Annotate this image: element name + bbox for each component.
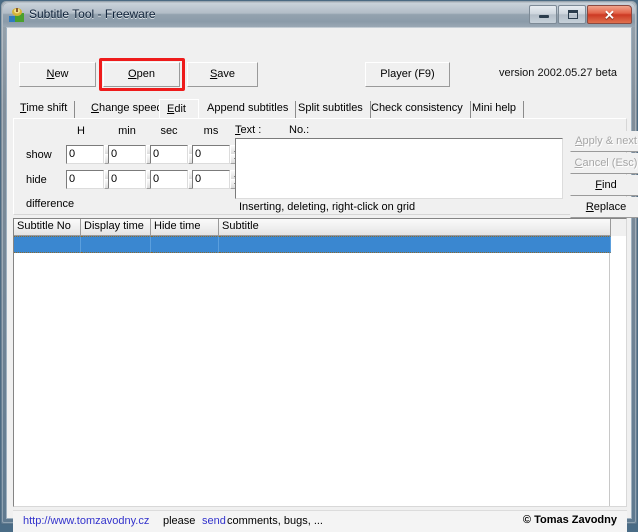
hide-ms-input[interactable]: 0 <box>192 170 230 189</box>
cancel-label: ancel (Esc) <box>582 157 638 169</box>
subtitle-no-label: No.: <box>289 124 310 136</box>
subtitle-grid[interactable]: Subtitle No Display time Hide time Subti… <box>13 218 627 507</box>
find-accel: F <box>595 179 603 191</box>
text-label-rest: ext : <box>240 124 262 136</box>
version-label: version 2002.05.27 beta <box>498 67 617 79</box>
grid-hint-text: Inserting, deleting, right-click on grid <box>239 201 416 213</box>
tab-append-subtitles[interactable]: Append subtitles <box>200 101 297 118</box>
save-button[interactable]: Save <box>187 62 258 87</box>
apply-and-next-button[interactable]: Apply & next <box>570 131 638 152</box>
copyright-text: © Tomas Zavodny <box>522 514 617 526</box>
time-col-label-sec: sec <box>160 125 178 137</box>
replace-button[interactable]: Replace <box>570 197 638 218</box>
minimize-icon <box>539 15 549 18</box>
tab-strip: Time shift Change speed Edit Append subt… <box>13 99 627 119</box>
player-button[interactable]: Player (F9) <box>365 62 450 87</box>
toolbar <box>7 28 631 68</box>
open-button-accel: O <box>128 68 137 80</box>
save-button-label: ave <box>217 68 236 80</box>
hide-hours-input[interactable]: 0 <box>66 170 104 189</box>
grid-header-row: Subtitle No Display time Hide time Subti… <box>14 219 626 236</box>
tab-change-speed-label: hange speed <box>98 102 163 114</box>
grid-cell-subtitle-no[interactable] <box>14 236 81 253</box>
edit-panel: H min sec ms show hide difference 0 0 0 <box>13 118 638 218</box>
grid-header-hide-time[interactable]: Hide time <box>151 219 219 236</box>
show-ms-input[interactable]: 0 <box>192 145 230 164</box>
subtitle-text-input[interactable] <box>235 138 563 199</box>
tab-edit-label: dit <box>174 103 186 115</box>
window-controls: ✕ <box>528 5 632 25</box>
row-label-show: show <box>26 149 52 161</box>
close-button[interactable]: ✕ <box>587 5 632 24</box>
minimize-button[interactable] <box>529 5 557 24</box>
title-bar[interactable]: Subtitle Tool - Freeware ✕ <box>3 3 635 27</box>
grid-header-subtitle-no[interactable]: Subtitle No <box>14 219 81 236</box>
tab-check-consistency[interactable]: Check consistency <box>364 101 471 118</box>
open-button[interactable]: Open <box>103 62 180 87</box>
tab-edit[interactable]: Edit <box>159 99 199 119</box>
application-window: Subtitle Tool - Freeware ✕ New Open Save… <box>0 0 638 532</box>
tab-change-speed-accel: C <box>91 102 99 114</box>
new-button-label: ew <box>54 68 69 80</box>
tab-time-shift-label: ime shift <box>26 102 68 114</box>
hide-minutes-input[interactable]: 0 <box>108 170 146 189</box>
tab-mini-help[interactable]: Mini help <box>465 101 525 118</box>
find-button[interactable]: Find <box>570 175 638 196</box>
row-label-difference: difference <box>26 198 75 210</box>
tab-change-speed[interactable]: Change speed <box>84 101 171 118</box>
window-title: Subtitle Tool - Freeware <box>29 7 156 21</box>
close-icon: ✕ <box>604 7 615 22</box>
maximize-icon <box>568 10 578 19</box>
time-col-label-h: H <box>77 125 85 137</box>
grid-cell-subtitle[interactable] <box>219 236 611 253</box>
time-col-label-ms: ms <box>203 125 219 137</box>
time-col-label-min: min <box>118 125 136 137</box>
table-row[interactable] <box>14 236 626 253</box>
show-minutes-input[interactable]: 0 <box>108 145 146 164</box>
cancel-esc-button[interactable]: Cancel (Esc) <box>570 153 638 174</box>
tab-time-shift[interactable]: Time shift <box>13 101 76 118</box>
send-link[interactable]: send <box>202 515 226 527</box>
grid-cell-hide-time[interactable] <box>151 236 219 253</box>
grid-header-subtitle[interactable]: Subtitle <box>219 219 611 236</box>
status-rest-text: comments, bugs, ... <box>227 515 323 527</box>
replace-label: eplace <box>593 201 627 213</box>
grid-empty-area[interactable] <box>14 253 626 506</box>
client-area: New Open Save Player (F9) version 2002.0… <box>6 27 638 532</box>
website-link[interactable]: http://www.tomzavodny.cz <box>23 515 149 527</box>
app-icon <box>9 7 25 23</box>
find-label: ind <box>602 179 617 191</box>
replace-accel: R <box>585 201 594 213</box>
show-hours-input[interactable]: 0 <box>66 145 104 164</box>
show-seconds-input[interactable]: 0 <box>150 145 188 164</box>
status-bar: http://www.tomzavodny.cz please send com… <box>13 510 627 532</box>
row-label-hide: hide <box>26 174 47 186</box>
grid-right-pad <box>609 219 626 506</box>
grid-header-display-time[interactable]: Display time <box>81 219 151 236</box>
hide-seconds-input[interactable]: 0 <box>150 170 188 189</box>
maximize-button[interactable] <box>558 5 586 24</box>
open-button-label: pen <box>136 68 155 80</box>
apply-label: pply & next <box>582 135 637 147</box>
status-please-text: please <box>163 515 196 527</box>
new-button[interactable]: New <box>19 62 96 87</box>
grid-cell-display-time[interactable] <box>81 236 151 253</box>
tab-split-subtitles[interactable]: Split subtitles <box>291 101 371 118</box>
text-label: Text : <box>235 124 261 136</box>
